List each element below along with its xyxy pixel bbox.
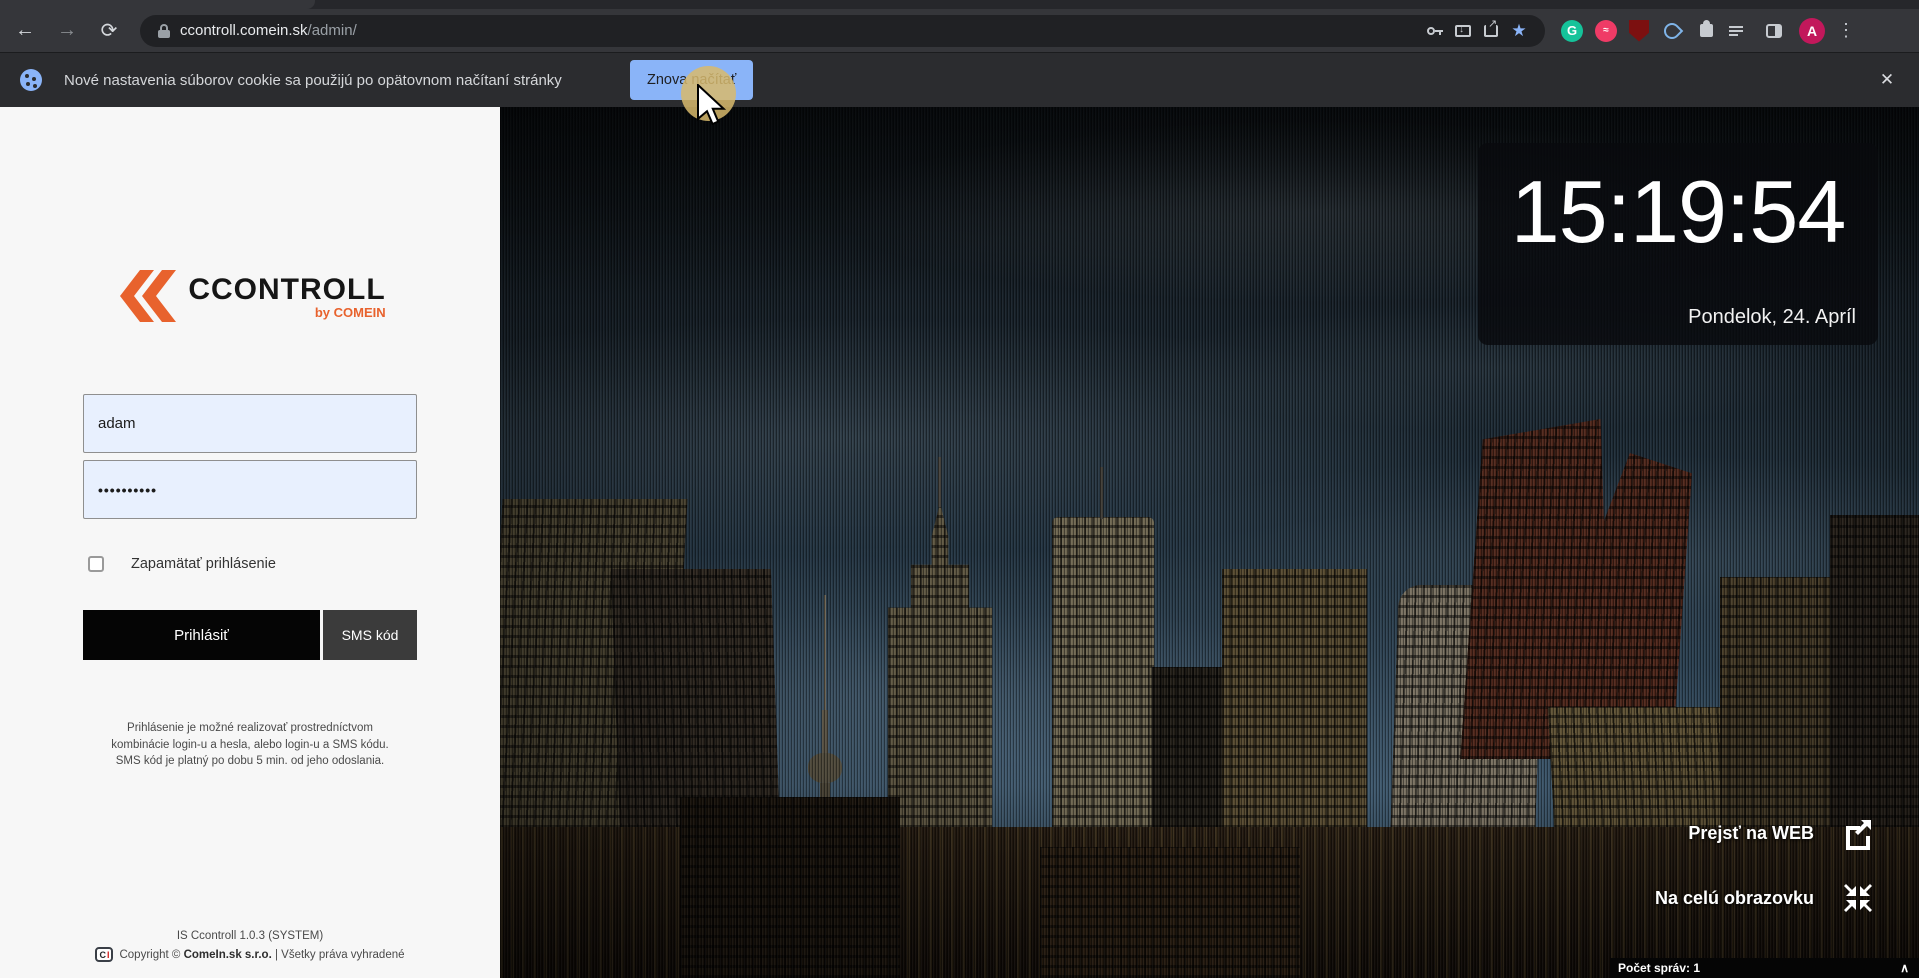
- username-input[interactable]: [83, 394, 417, 453]
- url-path: /admin/: [307, 22, 357, 39]
- fullscreen-icon[interactable]: [1838, 878, 1878, 918]
- ublock-extension-icon[interactable]: [1629, 19, 1649, 42]
- browser-chrome: ← → ⟳ ccontroll.comein.sk/admin/ ★ G ≈ A…: [0, 0, 1919, 52]
- logo-wordmark: CCONTROLL: [188, 272, 386, 306]
- address-bar[interactable]: ccontroll.comein.sk/admin/ ★: [140, 14, 1545, 47]
- logo-chevrons-icon: [120, 270, 177, 322]
- playlist-icon[interactable]: [1729, 20, 1751, 42]
- pink-extension-icon[interactable]: ≈: [1595, 19, 1617, 42]
- extensions-puzzle-icon[interactable]: [1695, 20, 1717, 42]
- browser-toolbar: ← → ⟳ ccontroll.comein.sk/admin/ ★ G ≈ A…: [0, 9, 1919, 52]
- clock-date: Pondelok, 24. Apríl: [1688, 306, 1856, 328]
- password-key-icon[interactable]: [1421, 17, 1449, 45]
- bookmark-star-icon[interactable]: ★: [1505, 17, 1533, 45]
- cookie-icon: [20, 69, 42, 91]
- fullscreen-button[interactable]: Na celú obrazovku: [1655, 878, 1878, 918]
- messages-bar[interactable]: Počet správ: 1 ∧: [1610, 958, 1919, 978]
- fullscreen-label: Na celú obrazovku: [1654, 887, 1814, 908]
- login-info-text: Prihlásenie je možné realizovať prostred…: [0, 720, 500, 770]
- copyright-text: Copyright © ComeIn.sk s.r.o. | Všetky pr…: [119, 948, 405, 961]
- password-input[interactable]: [83, 460, 417, 519]
- go-to-web-button[interactable]: Prejsť na WEB: [1688, 813, 1878, 853]
- info-line-1: Prihlásenie je možné realizovať prostred…: [127, 722, 373, 734]
- building: [1040, 847, 1300, 978]
- system-version: IS Ccontroll 1.0.3 (SYSTEM): [176, 930, 324, 942]
- go-to-web-label: Prejsť na WEB: [1688, 822, 1814, 843]
- external-link-icon[interactable]: [1838, 813, 1878, 853]
- info-line-3: SMS kód je platný po dobu 5 min. od jeho…: [115, 755, 385, 768]
- close-icon[interactable]: ✕: [1875, 68, 1899, 92]
- back-icon[interactable]: ←: [8, 14, 42, 48]
- info-line-2: kombinácie login-u a hesla, alebo login-…: [111, 738, 389, 751]
- antenna: [1100, 467, 1103, 519]
- clock-widget: 15:19:54 Pondelok, 24. Apríl: [1478, 143, 1878, 345]
- login-footer: IS Ccontroll 1.0.3 (SYSTEM) CI Copyright…: [0, 930, 500, 962]
- reload-icon[interactable]: ⟳: [92, 14, 126, 48]
- antenna: [938, 457, 941, 507]
- droplet-extension-icon[interactable]: [1661, 20, 1683, 42]
- share-icon[interactable]: [1477, 17, 1505, 45]
- lock-icon[interactable]: [158, 23, 170, 38]
- browser-menu-icon[interactable]: ⋮: [1837, 20, 1855, 41]
- building: [680, 797, 900, 978]
- ccontroll-logo: CCONTROLL by COMEIN: [0, 270, 500, 322]
- forward-icon[interactable]: →: [50, 14, 84, 48]
- remember-login-row: Zapamätať prihlásenie: [88, 556, 276, 572]
- login-panel: CCONTROLL by COMEIN Zapamätať prihláseni…: [0, 107, 500, 978]
- comein-logo-icon: CI: [95, 947, 114, 962]
- logo-byline: by COMEIN: [314, 304, 386, 320]
- active-tab[interactable]: [0, 0, 315, 9]
- cookie-message: Nové nastavenia súborov cookie sa použij…: [64, 71, 562, 89]
- clock-time: 15:19:54: [1510, 162, 1847, 261]
- cityscape-background: 15:19:54 Pondelok, 24. Apríl Prejsť na W…: [500, 107, 1919, 978]
- install-app-icon[interactable]: [1449, 17, 1477, 45]
- login-button[interactable]: Prihlásiť: [83, 610, 320, 660]
- chevron-up-icon[interactable]: ∧: [1900, 961, 1909, 975]
- message-count-label: Počet správ: 1: [1618, 961, 1701, 975]
- side-panel-icon[interactable]: [1763, 20, 1785, 42]
- cookie-notification-bar: Nové nastavenia súborov cookie sa použij…: [0, 52, 1919, 107]
- remember-login-checkbox[interactable]: [88, 556, 104, 572]
- url-text[interactable]: ccontroll.comein.sk/admin/: [180, 22, 357, 39]
- extensions-area: G ≈: [1561, 19, 1785, 42]
- profile-avatar[interactable]: A: [1799, 17, 1825, 44]
- sms-code-button[interactable]: SMS kód: [323, 610, 417, 660]
- url-domain: ccontroll.comein.sk: [180, 22, 308, 39]
- tab-strip: [0, 0, 1919, 9]
- grammarly-extension-icon[interactable]: G: [1561, 19, 1583, 42]
- reload-page-button[interactable]: Znova načítať: [630, 60, 754, 100]
- remember-login-label: Zapamätať prihlásenie: [131, 556, 276, 572]
